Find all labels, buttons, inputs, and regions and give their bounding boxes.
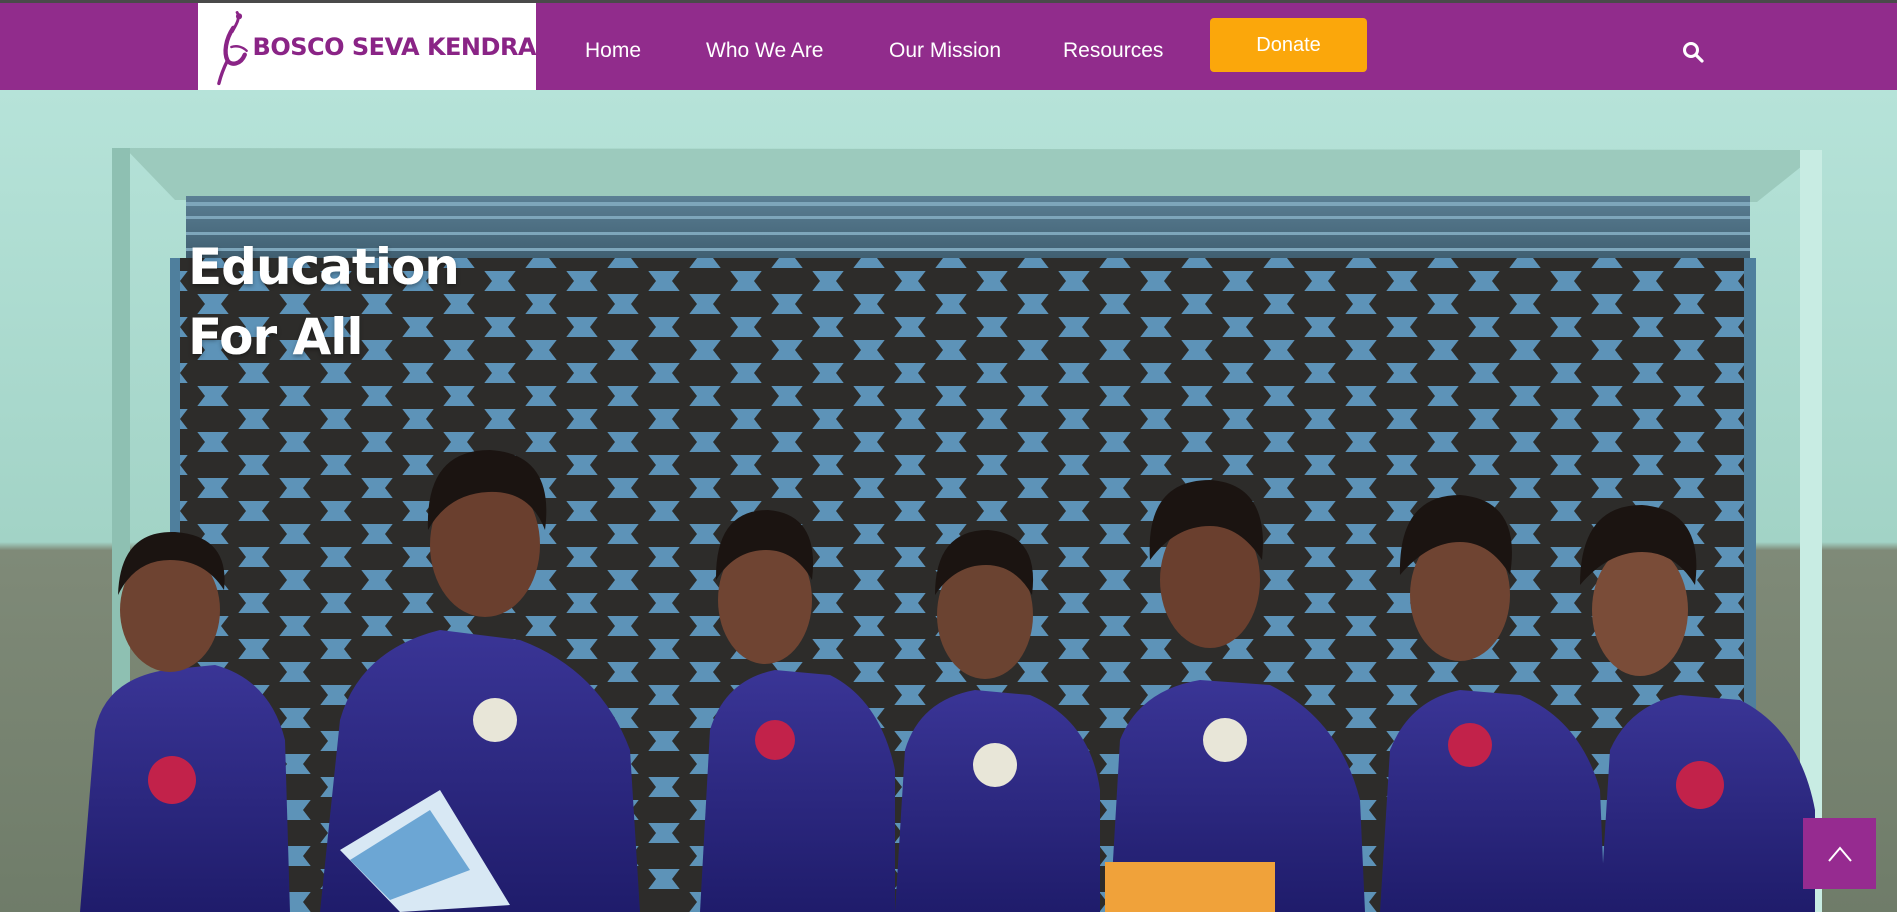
hero-title-line-2: For All	[188, 308, 364, 366]
nav-who-we-are[interactable]: Who We Are	[706, 39, 824, 63]
site-header: BOSCO SEVA KENDRA Home Who We Are Our Mi…	[0, 0, 1897, 90]
site-logo[interactable]: BOSCO SEVA KENDRA	[198, 3, 537, 90]
chevron-up-icon	[1827, 845, 1852, 862]
hero-photo-students	[0, 90, 1897, 912]
scroll-to-top-button[interactable]	[1803, 818, 1876, 889]
hero-title-line-1: Education	[188, 238, 460, 296]
dancing-figure-logo-icon	[217, 10, 248, 85]
donate-button[interactable]: Donate	[1210, 18, 1367, 72]
site-name: BOSCO SEVA KENDRA	[252, 32, 537, 61]
search-icon[interactable]	[1681, 40, 1705, 64]
hero-title: Education For All	[188, 232, 460, 372]
nav-resources[interactable]: Resources	[1063, 39, 1163, 63]
hero-banner: Education For All	[0, 90, 1897, 912]
nav-our-mission[interactable]: Our Mission	[889, 39, 1001, 63]
nav-home[interactable]: Home	[585, 39, 641, 63]
